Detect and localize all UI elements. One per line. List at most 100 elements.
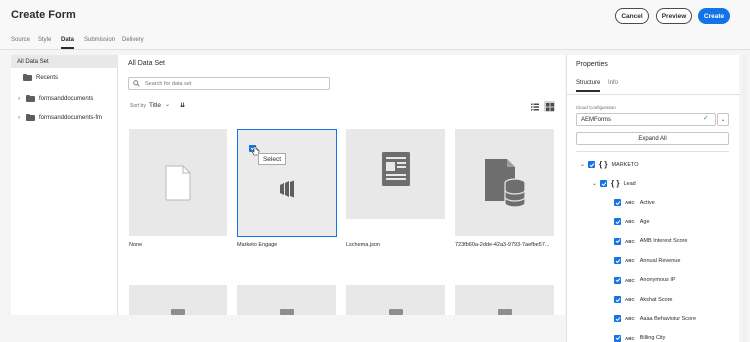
- tree-node-label: MARKETO: [611, 161, 639, 168]
- cloud-config-field[interactable]: AEMForms: [576, 113, 716, 126]
- tab-delivery[interactable]: Delivery: [122, 37, 144, 43]
- tree-checkbox[interactable]: [614, 315, 621, 323]
- nav-item-label: formsanddocuments-fm: [39, 115, 103, 121]
- data-set-card[interactable]: [346, 271, 445, 315]
- tree-field-row[interactable]: ABC Age: [614, 218, 650, 226]
- expand-all-button[interactable]: Expand All: [576, 132, 729, 145]
- tree-field-row[interactable]: ABC Anonymous IP: [614, 276, 676, 284]
- tree-field-label: Akshat Score: [639, 296, 673, 303]
- data-set-card[interactable]: [455, 271, 554, 315]
- nav-item-folder-formsanddocuments-fm[interactable]: › formsanddocuments-fm: [18, 113, 103, 121]
- tree-field-label: Age: [639, 218, 650, 225]
- file-icon: [165, 165, 191, 200]
- folder-icon: [23, 73, 32, 81]
- string-type-icon: ABC: [625, 316, 635, 322]
- cancel-button[interactable]: Cancel: [615, 8, 649, 24]
- scrollbar[interactable]: [742, 55, 746, 342]
- tree-checkbox[interactable]: [614, 296, 621, 303]
- tree-field-row[interactable]: ABC Aaaa Behavioiur Score: [614, 315, 697, 323]
- tree-checkbox[interactable]: [614, 334, 621, 342]
- object-icon: { }: [611, 179, 620, 188]
- sort-by-label: Sort by: [130, 103, 146, 109]
- chevron-down-icon[interactable]: ⌄: [165, 101, 170, 108]
- string-type-icon: ABC: [625, 297, 635, 302]
- search-input[interactable]: [128, 77, 330, 90]
- checkmark-icon: [615, 239, 620, 244]
- card-thumbnail: [237, 271, 336, 315]
- string-type-icon: ABC: [625, 219, 635, 225]
- tree-field-row[interactable]: ABC Billing City: [614, 334, 665, 342]
- data-set-card-marketo-engage[interactable]: [237, 129, 337, 237]
- tab-submission[interactable]: Submission: [84, 37, 115, 43]
- tab-source[interactable]: Source: [11, 37, 30, 43]
- tree-node-marketo[interactable]: ⌄ { } MARKETO: [580, 160, 639, 169]
- tree-checkbox[interactable]: [614, 276, 621, 284]
- checkmark-icon: [601, 181, 606, 186]
- object-icon: { }: [599, 160, 608, 169]
- panel-title: Properties: [576, 61, 608, 68]
- tree-node-label: Lead: [623, 180, 636, 187]
- grid-view-icon: [545, 102, 554, 111]
- data-set-card-lschema[interactable]: [346, 129, 445, 236]
- tree-field-row[interactable]: ABC Annual Revenue: [614, 257, 681, 265]
- sort-direction-icon[interactable]: ⇊: [180, 102, 185, 109]
- cloud-config-dropdown[interactable]: ⌄: [717, 113, 729, 126]
- list-view-button[interactable]: [529, 101, 540, 112]
- tree-checkbox[interactable]: [588, 161, 595, 168]
- tree-checkbox[interactable]: [614, 257, 621, 265]
- document-icon: [171, 309, 185, 315]
- tree-field-label: Annual Revenue: [639, 257, 681, 264]
- tab-info[interactable]: Info: [608, 80, 618, 86]
- tree-field-row[interactable]: ABC Active: [614, 199, 655, 206]
- tree-checkbox[interactable]: [614, 237, 621, 245]
- tree-checkbox[interactable]: [614, 218, 621, 226]
- create-button[interactable]: Create: [698, 8, 730, 24]
- checkmark-icon: [589, 162, 594, 167]
- data-set-card[interactable]: [237, 271, 336, 315]
- chevron-down-icon[interactable]: ⌄: [592, 180, 598, 187]
- data-set-card[interactable]: [129, 271, 227, 315]
- select-tooltip: Select: [258, 153, 286, 165]
- divider: [567, 94, 740, 95]
- card-label: 723fb60a-2dde-42a3-9793-7aefbe57...: [455, 242, 550, 248]
- card-thumbnail: [455, 271, 554, 315]
- tab-data[interactable]: Data: [61, 37, 75, 49]
- page-title: Create Form: [11, 9, 76, 21]
- folder-icon: [26, 113, 35, 121]
- search-icon: [133, 80, 140, 87]
- tree-field-row[interactable]: ABC AMB Interest Score: [614, 237, 687, 245]
- document-icon: [388, 309, 403, 315]
- data-set-card-uuid[interactable]: [455, 129, 554, 236]
- checkmark-icon: [615, 297, 620, 302]
- chevron-right-icon[interactable]: ›: [18, 115, 26, 121]
- string-type-icon: ABC: [625, 238, 635, 244]
- grid-view-button[interactable]: [544, 101, 555, 112]
- nav-item-recents[interactable]: Recents: [23, 73, 58, 81]
- card-thumbnail: [129, 271, 227, 315]
- chevron-down-icon[interactable]: ⌄: [580, 161, 586, 168]
- card-thumbnail: [455, 129, 554, 236]
- cloud-config-value: AEMForms: [581, 116, 611, 123]
- card-thumbnail: [129, 129, 227, 236]
- checkmark-icon: ✓: [703, 115, 709, 122]
- tree-node-lead[interactable]: ⌄ { } Lead: [592, 179, 636, 188]
- tree-checkbox[interactable]: [600, 180, 607, 187]
- data-set-card-none[interactable]: [129, 129, 227, 236]
- section-title: All Data Set: [128, 60, 165, 67]
- tree-field-row[interactable]: ABC Akshat Score: [614, 296, 672, 303]
- tab-style[interactable]: Style: [38, 37, 51, 43]
- properties-panel: Properties Structure Info Cloud Configur…: [566, 55, 740, 342]
- tab-structure[interactable]: Structure: [576, 80, 601, 92]
- document-icon: [279, 309, 294, 315]
- document-icon: [497, 309, 512, 315]
- checkmark-icon: [615, 258, 620, 263]
- nav-item-label: formsanddocuments: [39, 96, 94, 102]
- tree-checkbox[interactable]: [614, 199, 621, 206]
- sort-select[interactable]: Title: [149, 102, 161, 109]
- preview-button[interactable]: Preview: [656, 8, 692, 24]
- tree-field-label: Aaaa Behavioiur Score: [639, 315, 697, 322]
- nav-item-all-data-set[interactable]: All Data Set: [11, 55, 118, 68]
- card-label: Marketo Engage: [237, 242, 278, 248]
- chevron-right-icon[interactable]: ›: [18, 96, 26, 102]
- nav-item-folder-formsanddocuments[interactable]: › formsanddocuments: [18, 94, 94, 102]
